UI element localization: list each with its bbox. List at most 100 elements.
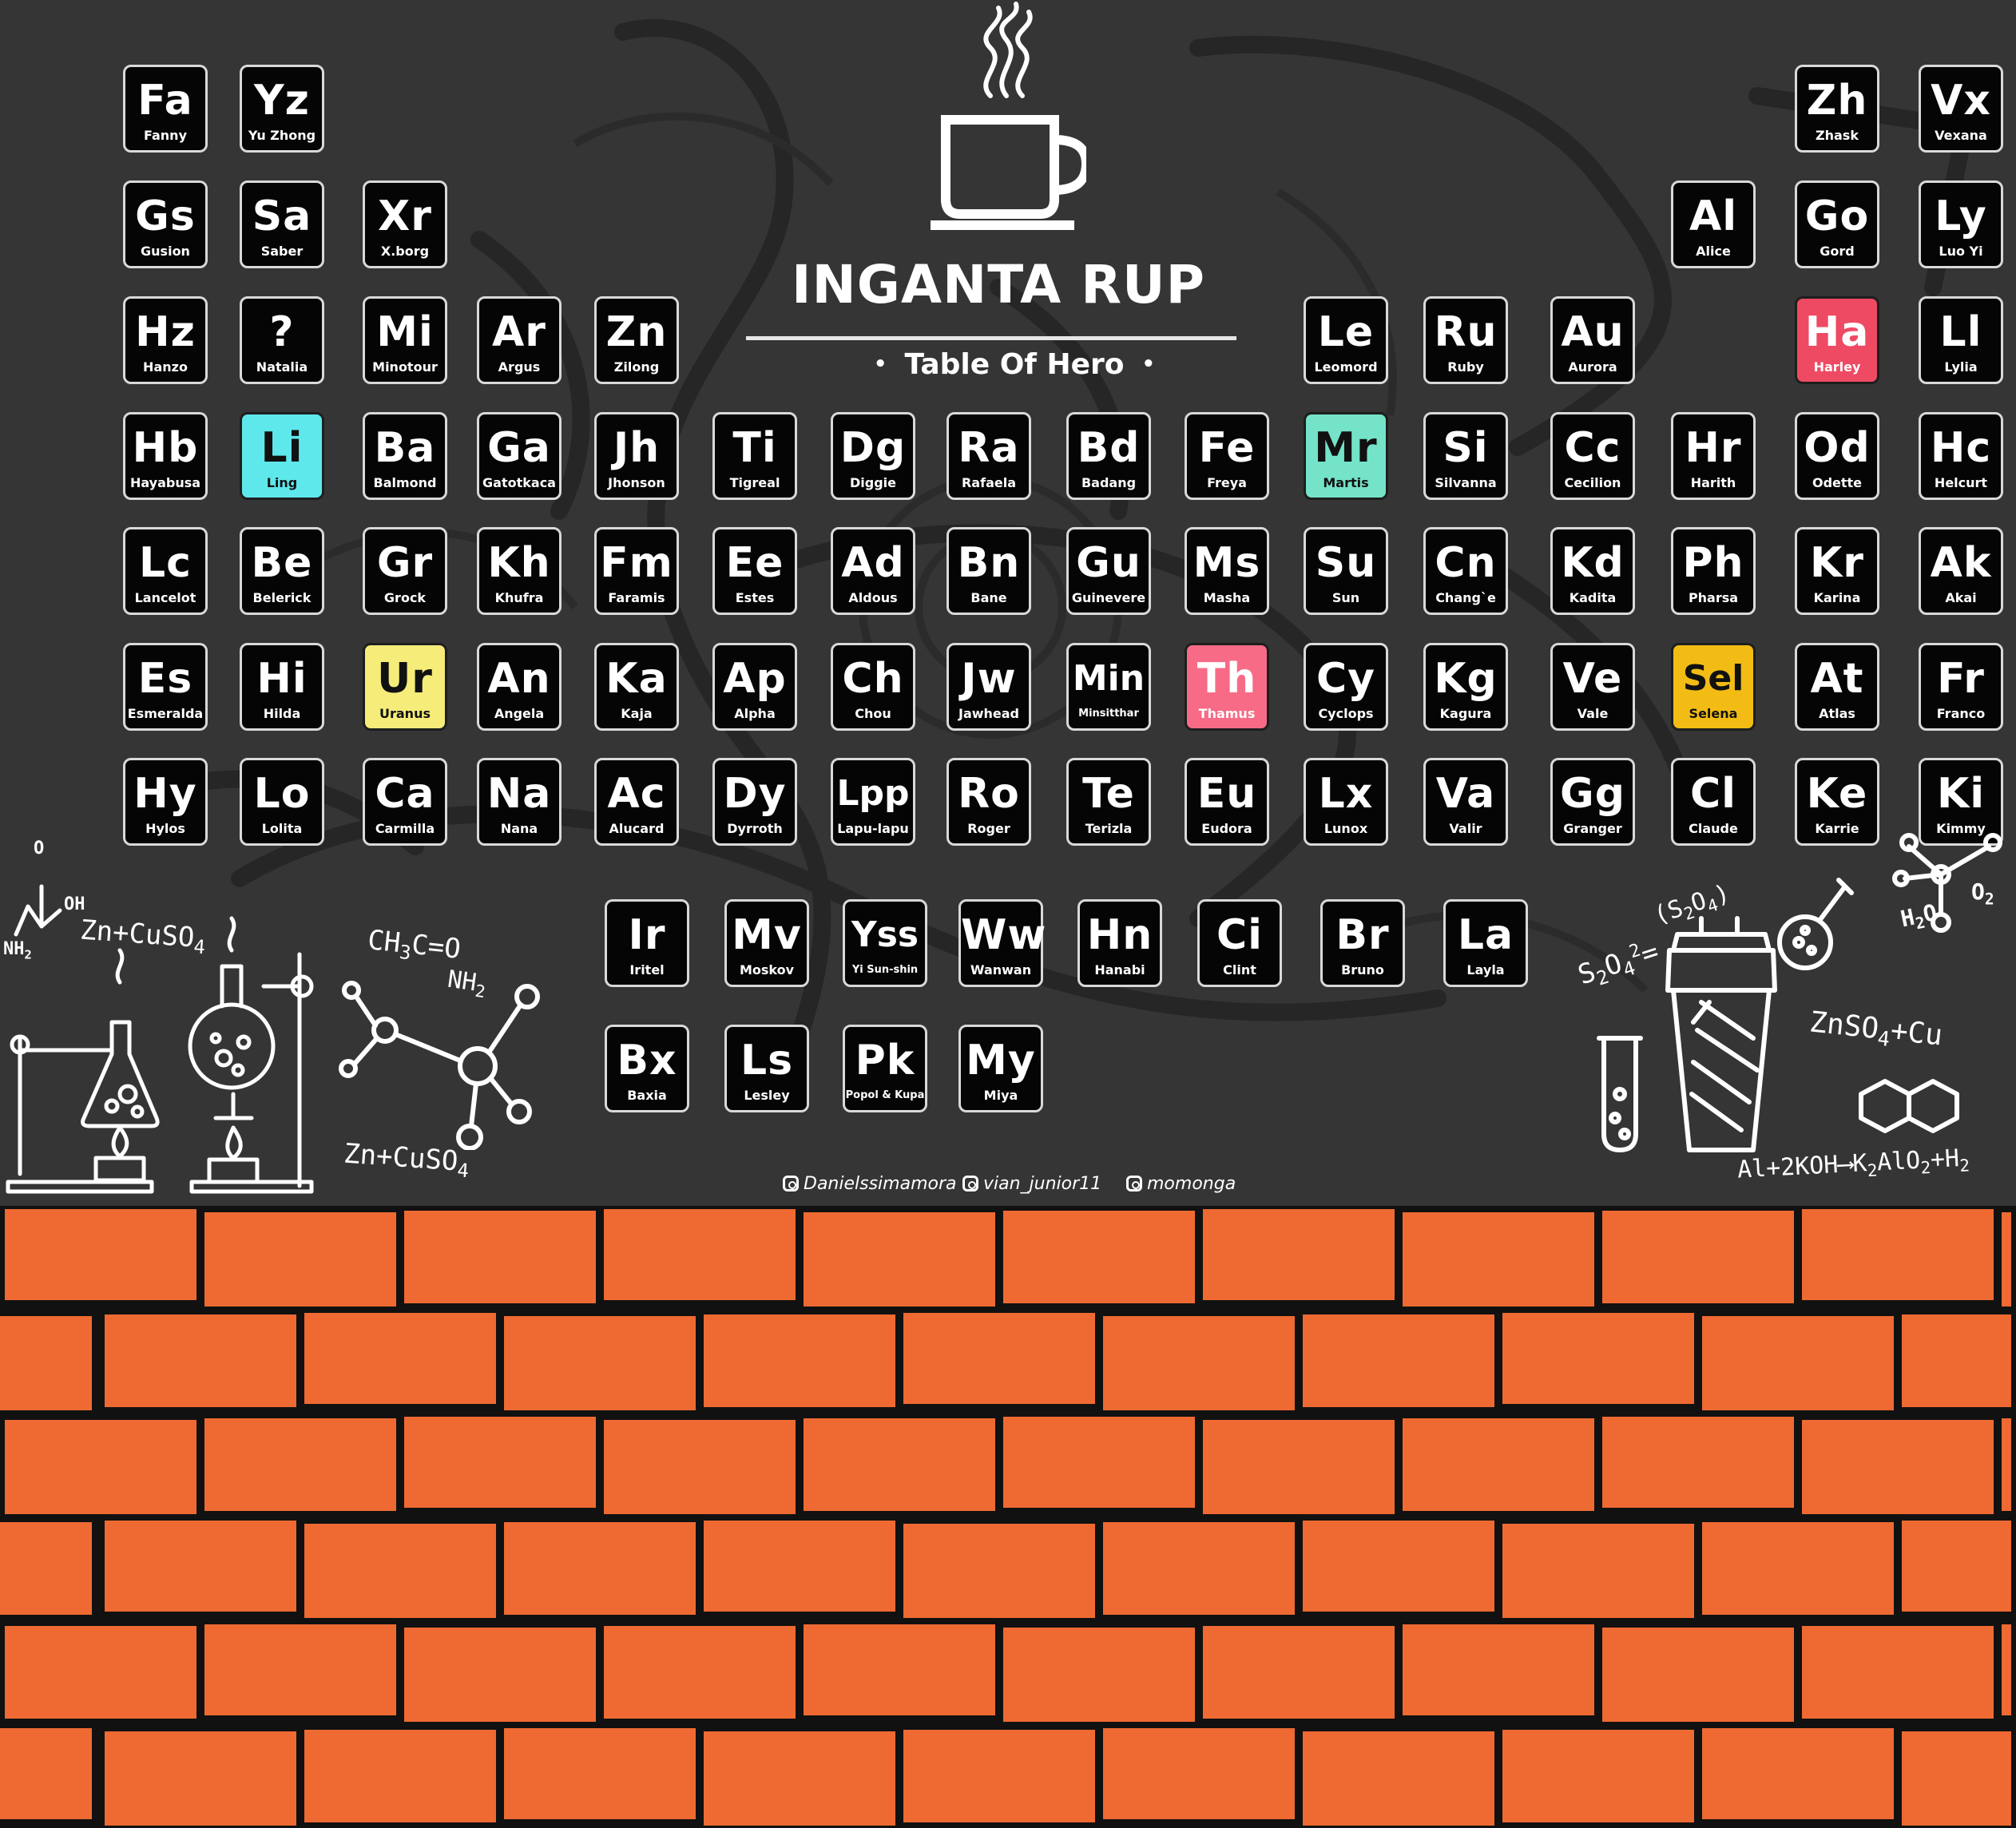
flask-icon — [81, 1020, 160, 1128]
tile-symbol: Ch — [842, 655, 904, 703]
tile-symbol: Ru — [1434, 308, 1498, 356]
credit-vian-junior11[interactable]: vian_junior11 — [962, 1174, 1101, 1194]
tile-hero-name: Saber — [260, 244, 304, 259]
tile-hero-name: Moskov — [739, 962, 795, 977]
tile-hero-name: Carmilla — [375, 821, 435, 836]
tile-hero-name: Akai — [1945, 590, 1977, 605]
brick — [1003, 1211, 1195, 1303]
formula-znso4-rest: +Cu — [1888, 1014, 1944, 1053]
tile-symbol: Na — [486, 770, 552, 818]
tile-hero-name: Khufra — [494, 590, 544, 605]
tile-hero-name: Masha — [1203, 590, 1251, 605]
tile-symbol: Xr — [378, 192, 432, 240]
hero-tile-karina: Kr Karina — [1795, 527, 1879, 615]
tile-hero-name: Minotour — [372, 359, 438, 375]
hero-tile-ruby: Ru Ruby — [1423, 296, 1508, 384]
hero-tile-popol-kupa: Pk Popol & Kupa — [843, 1025, 927, 1112]
hero-tile-lapu-lapu: Lpp Lapu-lapu — [831, 758, 915, 846]
brick — [804, 1624, 995, 1715]
brick — [304, 1313, 496, 1404]
tile-symbol: Si — [1443, 424, 1489, 472]
hero-tile-sun: Su Sun — [1304, 527, 1388, 615]
hero-tile-martis: Mr Martis — [1304, 412, 1388, 500]
subtitle-dot-left: • — [873, 352, 887, 376]
brick — [5, 1209, 196, 1300]
tile-symbol: Hb — [132, 424, 199, 472]
hero-tile-lylia: Ll Lylia — [1919, 296, 2003, 384]
formula-nh2: NH2 — [3, 939, 32, 962]
tile-symbol: Jw — [961, 655, 1017, 703]
tile-hero-name: Cyclops — [1318, 706, 1374, 721]
brick — [1902, 1314, 2011, 1407]
coffee-cup-icon — [931, 2, 1086, 230]
tile-hero-name: Atlas — [1819, 706, 1855, 721]
formula-zn-cuso4-bottom-text: Zn+CuSO — [342, 1137, 459, 1178]
brick — [704, 1731, 895, 1826]
credit-momonga[interactable]: momonga — [1126, 1174, 1236, 1194]
tile-symbol: Jh — [613, 424, 661, 472]
tile-hero-name: Esmeralda — [127, 706, 204, 721]
tile-symbol: La — [1457, 911, 1514, 959]
credit-handle: momonga — [1147, 1174, 1236, 1194]
brick — [404, 1211, 596, 1303]
tile-symbol: Gs — [135, 192, 196, 240]
tile-hero-name: Freya — [1207, 475, 1247, 490]
tile-hero-name: Lylia — [1944, 359, 1978, 375]
hero-tile-belerick: Be Belerick — [240, 527, 324, 615]
tile-hero-name: Martis — [1323, 475, 1369, 490]
tile-symbol: Ga — [487, 424, 551, 472]
brick — [105, 1521, 296, 1612]
hero-tile-gord: Go Gord — [1795, 180, 1879, 268]
hero-tile-leomord: Le Leomord — [1304, 296, 1388, 384]
tile-hero-name: Layla — [1466, 962, 1505, 977]
subtitle: • Table Of Hero • — [831, 348, 1198, 381]
credit-danielssimamora[interactable]: Danielssimamora — [783, 1174, 957, 1194]
hero-tile-alice: Al Alice — [1671, 180, 1756, 268]
hero-tile-atlas: At Atlas — [1795, 643, 1879, 731]
tile-hero-name: Yi Sun-shin — [851, 964, 919, 976]
hero-tile-gusion: Gs Gusion — [123, 180, 208, 268]
tile-hero-name: Cecilion — [1564, 475, 1621, 490]
formula-ch3c-o-rest: C=O — [410, 928, 462, 966]
hero-tile-jawhead: Jw Jawhead — [946, 643, 1031, 731]
hero-tile-fanny: Fa Fanny — [123, 65, 208, 153]
tile-symbol: Ba — [374, 424, 436, 472]
brick — [1303, 1731, 1494, 1826]
tile-symbol: Lpp — [836, 773, 910, 814]
brick — [204, 1418, 396, 1511]
tile-symbol: Su — [1315, 539, 1377, 587]
tile-hero-name: Alpha — [734, 706, 776, 721]
tile-symbol: Ee — [725, 539, 784, 587]
tile-hero-name: Miya — [983, 1088, 1018, 1103]
hero-tile-harith: Hr Harith — [1671, 412, 1756, 500]
tile-symbol: Hz — [135, 308, 196, 356]
hero-tile-hilda: Hi Hilda — [240, 643, 324, 731]
tile-symbol: Ur — [377, 655, 433, 703]
tile-hero-name: Jawhead — [958, 706, 1020, 721]
burner-icon — [111, 1125, 129, 1159]
title-divider — [746, 336, 1236, 340]
hero-tile-roger: Ro Roger — [946, 758, 1031, 846]
brick — [604, 1420, 796, 1514]
hero-tile-luo-yi: Ly Luo Yi — [1919, 180, 2003, 268]
tile-hero-name: Terizla — [1085, 821, 1133, 836]
brick — [504, 1522, 696, 1615]
tile-hero-name: Bane — [970, 590, 1007, 605]
tile-symbol: Ro — [958, 770, 1020, 818]
tile-symbol: Ra — [958, 424, 1020, 472]
brick — [1103, 1316, 1295, 1410]
hero-tile-x-borg: Xr X.borg — [363, 180, 447, 268]
tile-symbol: Sel — [1682, 658, 1744, 699]
hero-tile-silvanna: Si Silvanna — [1423, 412, 1508, 500]
brick — [404, 1417, 596, 1508]
formula-nh2-b: NH2 — [446, 965, 487, 1002]
tile-hero-name: Lapu-lapu — [837, 821, 909, 836]
round-flask-icon — [188, 1002, 276, 1090]
brick — [1702, 1728, 1894, 1819]
tile-hero-name: Hanzo — [143, 359, 188, 375]
hero-tile-guinevere: Gu Guinevere — [1066, 527, 1151, 615]
formula-znso4-text: ZnSO — [1808, 1005, 1881, 1046]
tile-hero-name: Tigreal — [729, 475, 780, 490]
brick — [1303, 1314, 1494, 1407]
formula-o: O — [34, 839, 44, 858]
